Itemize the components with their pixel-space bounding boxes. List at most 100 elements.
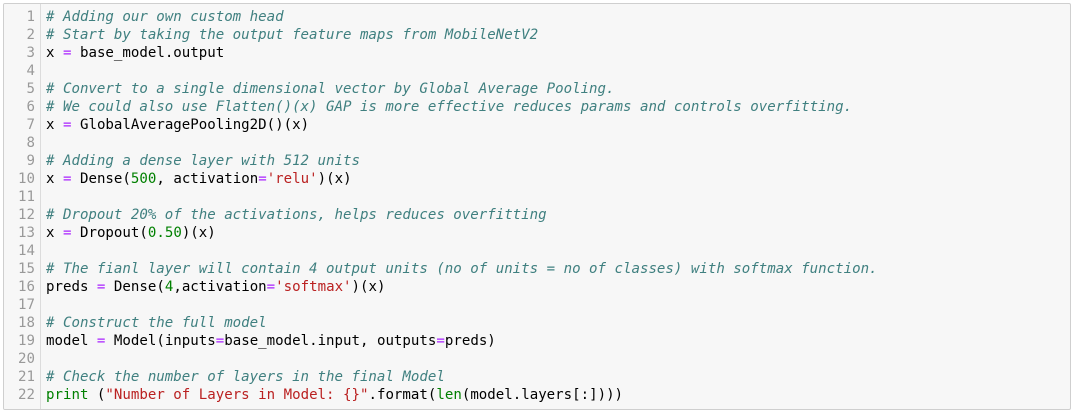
code-text: print ("Number of Layers in Model: {}".f… [46, 386, 623, 404]
code-line[interactable]: 10 x = Dense(500, activation='relu')(x) [4, 170, 1070, 188]
code-line[interactable]: 3 x = base_model.output [4, 44, 1070, 62]
code-text: model = Model(inputs=base_model.input, o… [46, 332, 496, 350]
code-token: x [46, 45, 63, 61]
code-token: Dropout( [71, 225, 148, 241]
code-line[interactable]: 2 # Start by taking the output feature ma… [4, 26, 1070, 44]
line-number: 9 [26, 153, 36, 169]
code-comment: # Adding our own custom head [46, 9, 284, 25]
code-comment: # Check the number of layers in the fina… [46, 369, 445, 385]
code-token: x [46, 225, 63, 241]
code-operator: = [258, 171, 267, 187]
code-line[interactable]: 19 model = Model(inputs=base_model.input,… [4, 332, 1070, 350]
code-token: Model(inputs [105, 333, 216, 349]
line-number: 3 [26, 45, 36, 61]
code-string: 'softmax' [275, 279, 352, 295]
code-cell[interactable]: 1 # Adding our own custom head 2 # Start by… [3, 3, 1071, 410]
code-text: # Start by taking the output feature map… [46, 26, 538, 44]
code-token: GlobalAveragePooling2D()(x) [71, 117, 310, 133]
code-token: .format( [368, 387, 437, 403]
code-builtin: print [46, 387, 89, 403]
code-line[interactable]: 16 preds = Dense(4,activation='softmax')(… [4, 278, 1070, 296]
code-line[interactable]: 4 [4, 62, 1070, 80]
line-number: 19 [18, 333, 35, 349]
code-comment: # Construct the full model [46, 315, 267, 331]
code-token: )(x) [181, 225, 216, 241]
line-number: 2 [26, 27, 36, 43]
code-string: 'relu' [266, 171, 318, 187]
code-comment: # Adding a dense layer with 512 units [46, 153, 360, 169]
line-number: 16 [18, 279, 35, 295]
line-number: 14 [18, 243, 35, 259]
code-comment: # We could also use Flatten()(x) GAP is … [46, 99, 853, 115]
code-text: # Dropout 20% of the activations, helps … [46, 206, 547, 224]
line-number: 13 [18, 225, 35, 241]
line-number: 5 [26, 81, 36, 97]
code-line[interactable]: 13 x = Dropout(0.50)(x) [4, 224, 1070, 242]
line-number: 22 [18, 387, 35, 403]
code-text: # Construct the full model [46, 314, 267, 332]
code-line[interactable]: 5 # Convert to a single dimensional vecto… [4, 80, 1070, 98]
code-text: x = base_model.output [46, 44, 224, 62]
code-line[interactable]: 1 # Adding our own custom head [4, 8, 1070, 26]
line-number: 11 [18, 189, 35, 205]
line-number: 4 [26, 63, 36, 79]
line-number: 1 [26, 9, 36, 25]
code-comment: # Dropout 20% of the activations, helps … [46, 207, 547, 223]
code-line[interactable]: 9 # Adding a dense layer with 512 units [4, 152, 1070, 170]
code-number: 0.50 [147, 225, 182, 241]
code-text: preds = Dense(4,activation='softmax')(x) [46, 278, 386, 296]
code-line[interactable]: 11 [4, 188, 1070, 206]
code-token: (model.layers[:]))) [461, 387, 624, 403]
code-token: preds) [444, 333, 496, 349]
code-operator: = [215, 333, 225, 349]
code-builtin: len [436, 387, 462, 403]
code-token: base_model.output [71, 45, 225, 61]
line-number: 8 [26, 135, 36, 151]
code-line[interactable]: 22 print ("Number of Layers in Model: {}"… [4, 386, 1070, 404]
code-line[interactable]: 17 [4, 296, 1070, 314]
code-line[interactable]: 8 [4, 134, 1070, 152]
code-text: x = GlobalAveragePooling2D()(x) [46, 116, 309, 134]
code-text: x = Dense(500, activation='relu')(x) [46, 170, 352, 188]
code-token: Dense( [71, 171, 131, 187]
line-number: 12 [18, 207, 35, 223]
code-line[interactable]: 20 [4, 350, 1070, 368]
code-comment: # The fianl layer will contain 4 output … [46, 261, 878, 277]
code-line[interactable]: 15 # The fianl layer will contain 4 outpu… [4, 260, 1070, 278]
code-token: model [46, 333, 97, 349]
code-text: # We could also use Flatten()(x) GAP is … [46, 98, 852, 116]
line-number: 21 [18, 369, 35, 385]
code-text: # Adding our own custom head [46, 8, 284, 26]
code-token: base_model.input, outputs [224, 333, 437, 349]
code-token: x [46, 117, 63, 133]
line-number: 15 [18, 261, 35, 277]
code-lines: 1 # Adding our own custom head 2 # Start by… [4, 8, 1070, 404]
code-line[interactable]: 21 # Check the number of layers in the fi… [4, 368, 1070, 386]
line-number: 10 [18, 171, 35, 187]
code-token: )(x) [317, 171, 352, 187]
line-number: 18 [18, 315, 35, 331]
line-number: 17 [18, 297, 35, 313]
code-token: ( [88, 387, 106, 403]
line-number: 7 [26, 117, 36, 133]
code-line[interactable]: 18 # Construct the full model [4, 314, 1070, 332]
code-number: 500 [130, 171, 157, 187]
code-line[interactable]: 6 # We could also use Flatten()(x) GAP is… [4, 98, 1070, 116]
code-operator: = [436, 333, 445, 349]
code-line[interactable]: 12 # Dropout 20% of the activations, help… [4, 206, 1070, 224]
line-number: 20 [18, 351, 35, 367]
code-token: ,activation [173, 279, 267, 295]
code-text: # Check the number of layers in the fina… [46, 368, 445, 386]
code-line[interactable]: 7 x = GlobalAveragePooling2D()(x) [4, 116, 1070, 134]
code-operator: = [266, 279, 276, 295]
code-string: "Number of Layers in Model: {}" [105, 387, 369, 403]
code-token: Dense( [105, 279, 165, 295]
code-token: x [46, 171, 63, 187]
code-text: # Convert to a single dimensional vector… [46, 80, 615, 98]
code-token: preds [46, 279, 97, 295]
code-token: )(x) [351, 279, 386, 295]
code-line[interactable]: 14 [4, 242, 1070, 260]
code-text: # Adding a dense layer with 512 units [46, 152, 360, 170]
code-comment: # Convert to a single dimensional vector… [46, 81, 615, 97]
code-text: # The fianl layer will contain 4 output … [46, 260, 878, 278]
